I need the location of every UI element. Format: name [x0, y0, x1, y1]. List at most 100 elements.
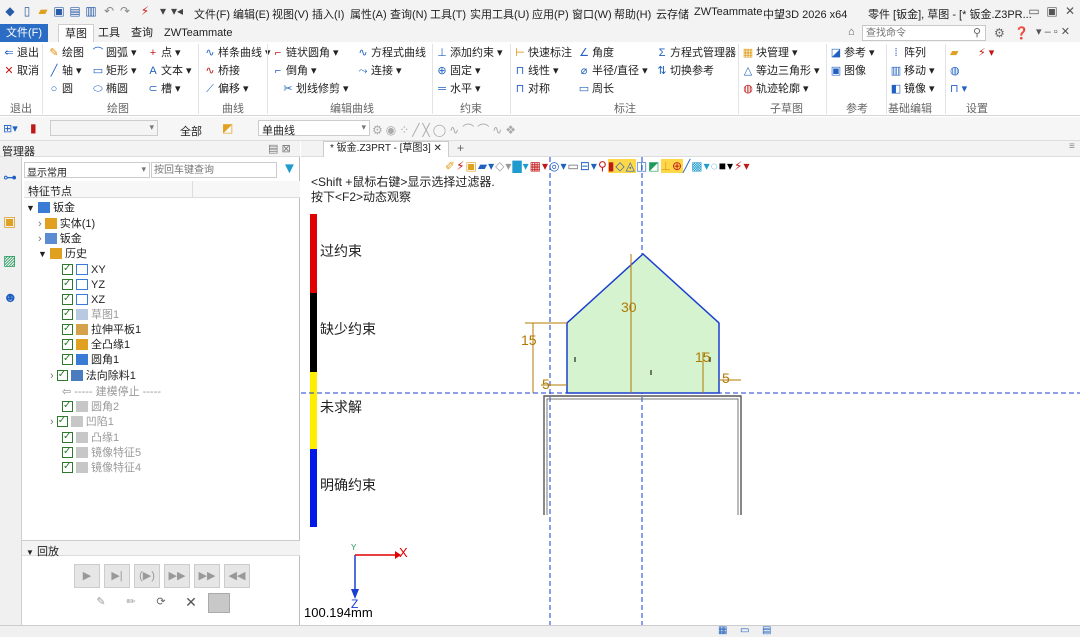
restore-icon[interactable]: ▣ [1045, 4, 1059, 18]
tree-item-xy[interactable]: XY [62, 262, 106, 277]
minimize-icon[interactable]: ▭ [1027, 4, 1041, 18]
visibility-checkbox[interactable] [62, 307, 73, 321]
horizontal-button[interactable]: ═ 水平 ▾ [436, 82, 480, 96]
slot-button[interactable]: ⊂ 槽 ▾ [147, 82, 180, 96]
redo-icon[interactable]: ↷ [118, 4, 132, 18]
visibility-checkbox[interactable] [62, 352, 73, 366]
new-tab-plus-icon[interactable]: + [457, 141, 464, 155]
visibility-checkbox[interactable] [62, 322, 73, 336]
tree-item-solid[interactable]: › 实体(1) [38, 217, 95, 231]
tab-sketch[interactable]: 草图 [58, 24, 94, 42]
settings-icon-2[interactable]: ◍ [950, 64, 960, 78]
fix-button[interactable]: ⊕ 固定 ▾ [436, 64, 480, 78]
play-icon[interactable]: ▶ [74, 564, 100, 588]
axis-button[interactable]: ╱ 轴 ▾ [48, 64, 82, 78]
visibility-checkbox[interactable] [62, 277, 73, 291]
view-icon[interactable]: ▨ [3, 252, 16, 269]
menu-insert[interactable]: 插入(I) [312, 6, 344, 22]
fast-play-icon[interactable]: ▶▶ [164, 564, 190, 588]
angle-button[interactable]: ∠ 角度 [578, 46, 614, 60]
view-select-icon[interactable]: ⊞▾ [3, 122, 18, 135]
mirror-button[interactable]: ◧ 镜像 ▾ [890, 82, 935, 96]
menu-attribute[interactable]: 属性(A) [350, 6, 387, 22]
reference-button[interactable]: ◪ 参考 ▾ [830, 46, 875, 60]
tree-search-input[interactable] [152, 163, 272, 177]
open-folder-icon[interactable]: ▰ [36, 4, 50, 18]
visibility-checkbox[interactable] [62, 399, 73, 413]
edit-pencil-icon[interactable]: ✏ [118, 591, 144, 615]
layout-icon-2[interactable]: ▭ [740, 625, 749, 636]
chevron-right-icon[interactable]: › [50, 416, 54, 428]
exit-button[interactable]: ⇐ 退出 [3, 46, 39, 60]
array-button[interactable]: ⁞ 阵列 [890, 46, 926, 60]
visibility-checkbox[interactable] [62, 337, 73, 351]
tree-item-sheetmetal[interactable]: › 钣金 [38, 232, 82, 246]
tree-item-dimple[interactable]: › 凹陷1 [50, 414, 114, 429]
chamfer-button[interactable]: ⌐ 倒角 ▾ [272, 64, 317, 78]
settings-gear-icon[interactable]: ⚙ [994, 26, 1005, 40]
visibility-checkbox[interactable] [62, 430, 73, 444]
chevron-right-icon[interactable]: › [50, 370, 54, 382]
add-constraint-button[interactable]: ⊥ 添加约束 ▾ [436, 46, 502, 60]
settings-icon-3[interactable]: ⊓ ▾ [950, 82, 967, 96]
filter-funnel-icon[interactable]: ▼ [282, 160, 297, 177]
all-label[interactable]: 全部 [180, 123, 202, 139]
window-controls-icon[interactable]: ▾ – ▫ ✕ [1036, 25, 1070, 38]
visibility-checkbox[interactable] [56, 414, 68, 428]
tree-item-yz[interactable]: YZ [62, 277, 105, 292]
trim-button[interactable]: ✂ 划线修剪 ▾ [282, 82, 348, 96]
circle-button[interactable]: ○ 圆 [48, 82, 73, 96]
part-icon[interactable]: ▣ [3, 213, 16, 230]
panel-pin-icon[interactable]: ▤ ⊠ [268, 142, 291, 155]
visibility-checkbox[interactable] [62, 460, 73, 474]
dimension-right-height[interactable]: 15 [695, 349, 711, 365]
tab-scroll-icon[interactable]: ≡ [1069, 141, 1075, 152]
regen-icon[interactable]: ⟳ [148, 591, 174, 615]
chevron-right-icon[interactable]: › [38, 218, 42, 230]
perimeter-button[interactable]: ▭ 周长 [578, 82, 614, 96]
visibility-checkbox[interactable] [62, 445, 73, 459]
chart-icon[interactable]: ▮ [30, 121, 37, 135]
spline-button[interactable]: ∿样条曲线 ▾ [204, 46, 270, 60]
tree-item-mirror5[interactable]: 镜像特征5 [62, 445, 141, 460]
tree-item-mirror4[interactable]: 镜像特征4 [62, 460, 141, 475]
bridge-button[interactable]: ∿ 桥接 [204, 64, 240, 78]
document-tab[interactable]: * 钣金.Z3PRT - [草图3] ✕ [323, 141, 449, 157]
customize-icon[interactable]: ▾◂ [170, 4, 184, 18]
menu-edit[interactable]: 编辑(E) [233, 6, 270, 22]
search-icon[interactable]: ⚲ [973, 26, 981, 39]
close-tab-icon[interactable]: ✕ [434, 143, 442, 154]
settings-icon-4[interactable]: ⚡ ▾ [978, 46, 994, 60]
tree-search-box[interactable] [151, 162, 277, 178]
rewind-icon[interactable]: ◀◀ [224, 564, 250, 588]
forward-icon[interactable]: ▶▶ [194, 564, 220, 588]
tree-root[interactable]: ▼ 钣金 [26, 201, 75, 215]
menu-help[interactable]: 帮助(H) [614, 6, 651, 22]
menu-view[interactable]: 视图(V) [272, 6, 309, 22]
print-icon[interactable]: ▥ [84, 4, 98, 18]
tree-item-rollback-bar[interactable]: ⇦ ----- 建模停止 ----- [62, 385, 161, 399]
tree-item-fillet2[interactable]: 圆角2 [62, 399, 119, 414]
draw-button[interactable]: ✎ 绘图 [48, 46, 84, 60]
menu-zwteammate[interactable]: ZWTeammate [694, 6, 762, 18]
display-filter-dropdown[interactable]: 显示常用 ▾ [24, 162, 150, 179]
save-as-icon[interactable]: ▤ [68, 4, 82, 18]
offset-button[interactable]: ⟋ 偏移 ▾ [204, 82, 248, 96]
command-search-input[interactable] [863, 26, 963, 40]
block-manager-button[interactable]: ▦ 块管理 ▾ [742, 46, 798, 60]
command-search-box[interactable]: ⚲ [862, 25, 986, 41]
collapse-ribbon-icon[interactable]: ⌂ [848, 26, 855, 38]
smart-select-icon[interactable]: ◩ [222, 121, 233, 135]
dimension-right-offset[interactable]: 5 [722, 370, 730, 386]
wrench-icon[interactable]: ✎ [88, 591, 114, 615]
chevron-right-icon[interactable]: › [38, 233, 42, 245]
filter-icon[interactable]: ⚡ [138, 4, 152, 18]
layout-icon-1[interactable]: ▦ [718, 625, 727, 636]
filter-dropdown[interactable]: ▾ [50, 120, 158, 136]
tab-query[interactable]: 查询 [125, 24, 159, 42]
tree-item-flange1[interactable]: 凸缘1 [62, 430, 119, 445]
save-icon[interactable]: ▣ [52, 4, 66, 18]
symmetric-button[interactable]: ⊓ 对称 [514, 82, 550, 96]
arc-button[interactable]: ⌒ 圆弧 ▾ [92, 46, 137, 60]
dimension-left-offset[interactable]: 5 [542, 376, 550, 392]
